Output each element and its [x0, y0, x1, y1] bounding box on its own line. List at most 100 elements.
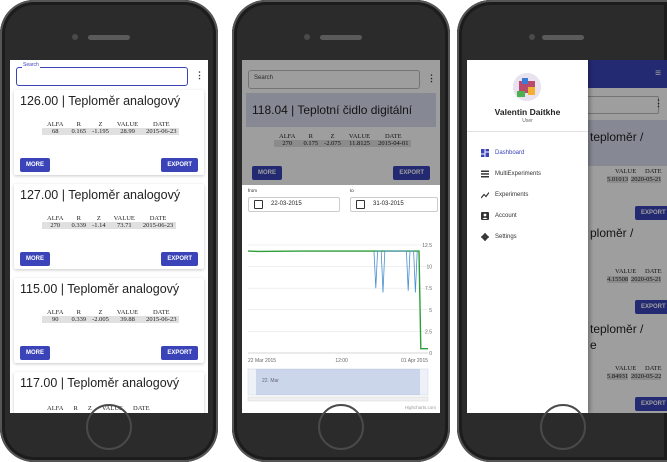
user-role: User — [522, 118, 533, 124]
x-tick-label: 22 Mar 2015 — [248, 358, 276, 364]
nav-drawer: Valentin Daitkhe User Dashboard MultiExp… — [467, 60, 588, 413]
y-tick-label: 7.5 — [425, 286, 432, 292]
col-z: Z — [98, 309, 103, 316]
sidebar-item-label: Experiments — [495, 192, 529, 198]
more-menu-icon[interactable]: ⋮ — [195, 70, 204, 81]
navigator-selection — [256, 369, 420, 395]
col-alfa: ALFA — [47, 215, 64, 222]
x-tick-label: 12:00 — [335, 358, 348, 364]
x-tick-label: 01 Apr 2015 — [401, 358, 428, 364]
avatar[interactable] — [513, 73, 541, 101]
col-date: DATE — [133, 405, 150, 412]
user-name: Valentin Daitkhe — [494, 107, 561, 117]
y-tick-label: 10 — [426, 265, 432, 271]
cell-r: 0.339 — [68, 316, 90, 323]
more-button[interactable]: MORE — [20, 158, 50, 172]
export-button[interactable]: EXPORT — [161, 158, 198, 172]
cell-r: 0.339 — [68, 222, 90, 229]
line-chart[interactable]: 0 2.5 5 7.5 10 12.5 22 Mar 2015 12:00 01 Apr 201… — [242, 213, 440, 413]
series-line — [247, 250, 428, 350]
cell-z: -1.14 — [89, 222, 109, 229]
col-value: VALUE — [116, 309, 139, 316]
col-z: Z — [98, 121, 103, 128]
col-date: DATE — [152, 121, 170, 128]
list-icon — [481, 170, 489, 178]
y-tick-label: 0 — [429, 351, 432, 357]
cell-z: -1.195 — [89, 128, 112, 135]
home-button[interactable] — [318, 404, 364, 450]
cell-date: 2015-06-23 — [143, 316, 180, 323]
sidebar-item-label: Dashboard — [495, 150, 525, 156]
to-label: to — [350, 188, 354, 193]
more-button[interactable]: MORE — [20, 346, 50, 360]
data-table: ALFA R Z VALUE DATE 68 0.165 -1.195 28.99 2015-0… — [42, 121, 180, 135]
from-date-value: 22-03-2015 — [271, 201, 302, 207]
col-r: R — [73, 405, 78, 412]
series-line — [373, 250, 418, 293]
col-alfa: ALFA — [47, 309, 64, 316]
card-title: 127.00 | Teploměr analogový — [20, 188, 181, 202]
card-title: 126.00 | Teploměr analogový — [20, 94, 181, 108]
speaker-grille — [542, 35, 584, 40]
front-camera — [72, 34, 78, 40]
screen-chart: Search ⋮ 118.04 | Teplotní čidlo digitál… — [242, 60, 440, 413]
to-date-value: 31-03-2015 — [373, 201, 404, 207]
cell-date: 2015-06-23 — [143, 128, 180, 135]
cell-r: 0.165 — [68, 128, 90, 135]
more-button[interactable]: MORE — [20, 252, 50, 266]
front-camera — [304, 34, 310, 40]
divider — [467, 131, 588, 132]
search-label: Search — [22, 62, 40, 68]
cell-alfa: 90 — [42, 316, 69, 323]
list-item: 127.00 | Teploměr analogový ALFA R Z VALUE D… — [14, 184, 204, 269]
navigator-scrollbar — [247, 396, 429, 402]
navigator-label: 22. Mar — [262, 378, 279, 384]
col-value: VALUE — [113, 215, 135, 222]
cell-value: 39.88 — [111, 316, 144, 323]
screen-list: Search ⋮ 126.00 | Teploměr analogový ALF… — [10, 60, 208, 413]
screen-drawer: ≡ ⋮ teploměr / VALUE DATE 5.01013 2020-0… — [467, 60, 667, 413]
card-title: 115.00 | Teploměr analogový — [20, 282, 180, 296]
search-input[interactable]: Search — [16, 62, 188, 86]
col-r: R — [76, 215, 81, 222]
phone-frame-3: ≡ ⋮ teploměr / VALUE DATE 5.01013 2020-0… — [457, 0, 667, 462]
front-camera — [529, 34, 535, 40]
col-date: DATE — [149, 215, 167, 222]
home-button[interactable] — [86, 404, 132, 450]
cell-date: 2015-06-23 — [139, 222, 177, 229]
col-alfa: ALFA — [47, 405, 64, 412]
col-z: Z — [96, 215, 101, 222]
phone-frame-1: Search ⋮ 126.00 | Teploměr analogový ALF… — [0, 0, 218, 462]
export-button[interactable]: EXPORT — [161, 252, 198, 266]
cell-alfa: 68 — [42, 128, 69, 135]
export-button[interactable]: EXPORT — [161, 346, 198, 360]
card-title: 117.00 | Teploměr analogový — [20, 376, 180, 390]
cell-alfa: 270 — [42, 222, 69, 229]
y-tick-label: 12.5 — [422, 243, 432, 249]
cell-value: 28.99 — [111, 128, 144, 135]
dashboard-icon — [481, 149, 489, 157]
speaker-grille — [320, 35, 362, 40]
from-label: from — [248, 188, 257, 193]
sidebar-item-label: MultiExperiments — [495, 171, 542, 177]
account-icon — [481, 212, 489, 220]
to-date-field[interactable]: 31-03-2015 — [350, 197, 438, 212]
data-table: ALFA R Z VALUE DATE 270 0.339 -1.14 73.71 2015-0… — [42, 215, 177, 229]
chart-modal: from to 22-03-2015 31-03-2015 0 2.5 5 7.5 10… — [242, 185, 440, 413]
modal-backdrop[interactable] — [242, 60, 440, 185]
home-button[interactable] — [540, 404, 586, 450]
y-tick-label: 2.5 — [425, 329, 432, 335]
list-item: 115.00 | Teploměr analogový ALFA R Z VALUE D… — [14, 278, 204, 363]
list-item: 126.00 | Teploměr analogový ALFA R Z VALUE D… — [14, 90, 204, 175]
col-r: R — [76, 121, 81, 128]
cell-z: -2.005 — [89, 316, 112, 323]
from-date-field[interactable]: 22-03-2015 — [248, 197, 340, 212]
sidebar-item-label: Account — [495, 213, 517, 219]
speaker-grille — [88, 35, 130, 40]
sidebar-item-label: Settings — [495, 234, 517, 240]
chart-credit: Highcharts.com — [405, 405, 437, 410]
col-r: R — [76, 309, 81, 316]
gear-icon — [481, 233, 489, 241]
data-table: ALFA R Z VALUE DATE 90 0.339 -2.005 39.88 2015-0… — [42, 309, 180, 323]
col-value: VALUE — [116, 121, 139, 128]
